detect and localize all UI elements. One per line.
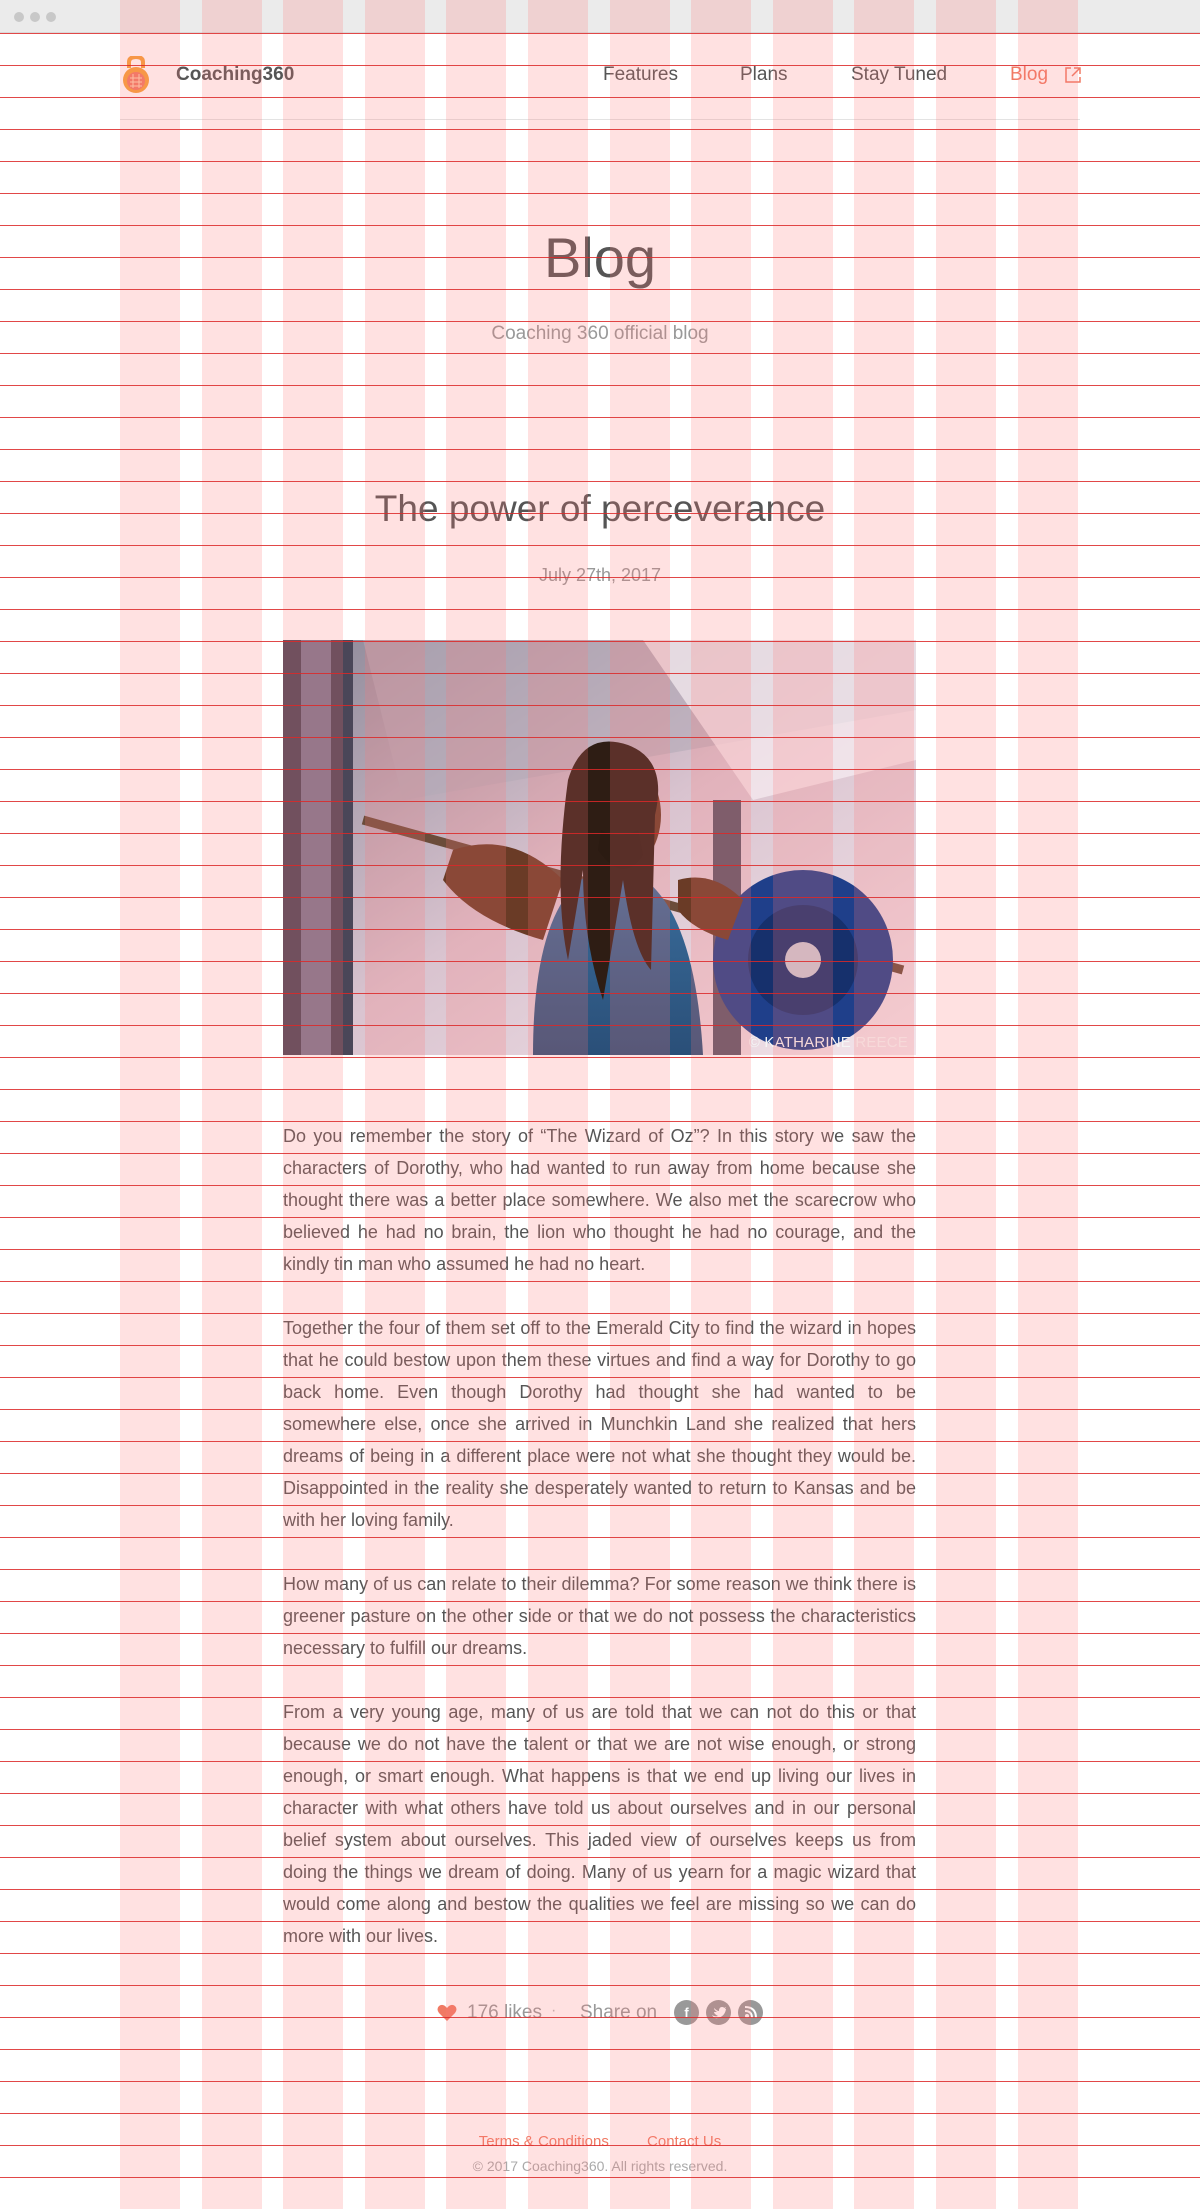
window-close-dot[interactable] bbox=[14, 12, 24, 22]
nav-blog[interactable]: Blog bbox=[1010, 64, 1048, 86]
facebook-icon[interactable]: f bbox=[674, 2000, 699, 2025]
heart-icon[interactable] bbox=[437, 2004, 457, 2022]
copyright: © 2017 Coaching360. All rights reserved. bbox=[472, 2158, 728, 2174]
grid-baseline bbox=[0, 353, 1200, 354]
nav-features[interactable]: Features bbox=[603, 64, 678, 86]
footer-links: Terms & Conditions Contact Us bbox=[0, 2133, 1200, 2150]
post-paragraph: How many of us can relate to their dilem… bbox=[283, 1574, 916, 1658]
window-zoom-dot[interactable] bbox=[46, 12, 56, 22]
grid-baseline bbox=[0, 481, 1200, 482]
nav-stay-tuned[interactable]: Stay Tuned bbox=[851, 64, 947, 86]
page-subtitle: Coaching 360 official blog bbox=[491, 323, 709, 344]
grid-baseline bbox=[0, 129, 1200, 130]
post-title[interactable]: The power of perceverance bbox=[0, 488, 1200, 530]
grid-baseline bbox=[0, 2049, 1200, 2050]
grid-baseline bbox=[0, 2081, 1200, 2082]
nav-plans[interactable]: Plans bbox=[740, 64, 788, 86]
grid-baseline bbox=[0, 417, 1200, 418]
post-paragraph: Together the four of them set off to the… bbox=[283, 1318, 916, 1530]
window-minimize-dot[interactable] bbox=[30, 12, 40, 22]
grid-baseline bbox=[0, 193, 1200, 194]
grid-baseline bbox=[0, 1057, 1200, 1058]
twitter-icon[interactable] bbox=[706, 2000, 731, 2025]
likes-count[interactable]: 176 likes bbox=[467, 2002, 542, 2024]
post-social-bar: 176 likes · Share on f bbox=[0, 1998, 1200, 2034]
site-header: Coaching360 Features Plans Stay Tuned Bl… bbox=[120, 32, 1082, 120]
image-credit: © KATHARINE REECE bbox=[748, 1034, 908, 1051]
footer-contact-link[interactable]: Contact Us bbox=[647, 2133, 721, 2150]
grid-baseline bbox=[0, 2113, 1200, 2114]
grid-baseline bbox=[0, 545, 1200, 546]
brand-name[interactable]: Coaching360 bbox=[176, 64, 294, 86]
grid-baseline bbox=[0, 449, 1200, 450]
social-separator: · bbox=[551, 2002, 557, 2019]
page-title: Blog bbox=[543, 226, 657, 289]
grid-baseline bbox=[0, 385, 1200, 386]
rss-icon[interactable] bbox=[738, 2000, 763, 2025]
post-hero-image: © KATHARINE REECE bbox=[283, 640, 916, 1055]
share-label: Share on bbox=[580, 2002, 658, 2023]
grid-baseline bbox=[0, 1089, 1200, 1090]
grid-baseline bbox=[0, 321, 1200, 322]
grid-baseline bbox=[0, 2177, 1200, 2178]
weightlifter-photo bbox=[283, 640, 916, 1055]
post-paragraph: From a very young age, many of us are to… bbox=[283, 1702, 916, 1946]
grid-baseline bbox=[0, 1985, 1200, 1986]
post-paragraph: Do you remember the story of “The Wizard… bbox=[283, 1126, 916, 1274]
post-body: Do you remember the story of “The Wizard… bbox=[283, 1120, 916, 1984]
kettlebell-logo-icon[interactable] bbox=[120, 56, 152, 94]
footer-terms-link[interactable]: Terms & Conditions bbox=[479, 2133, 609, 2150]
external-link-icon[interactable] bbox=[1064, 66, 1082, 84]
browser-chrome bbox=[0, 0, 1200, 33]
grid-baseline bbox=[0, 161, 1200, 162]
post-date: July 27th, 2017 bbox=[538, 565, 662, 585]
grid-baseline bbox=[0, 609, 1200, 610]
